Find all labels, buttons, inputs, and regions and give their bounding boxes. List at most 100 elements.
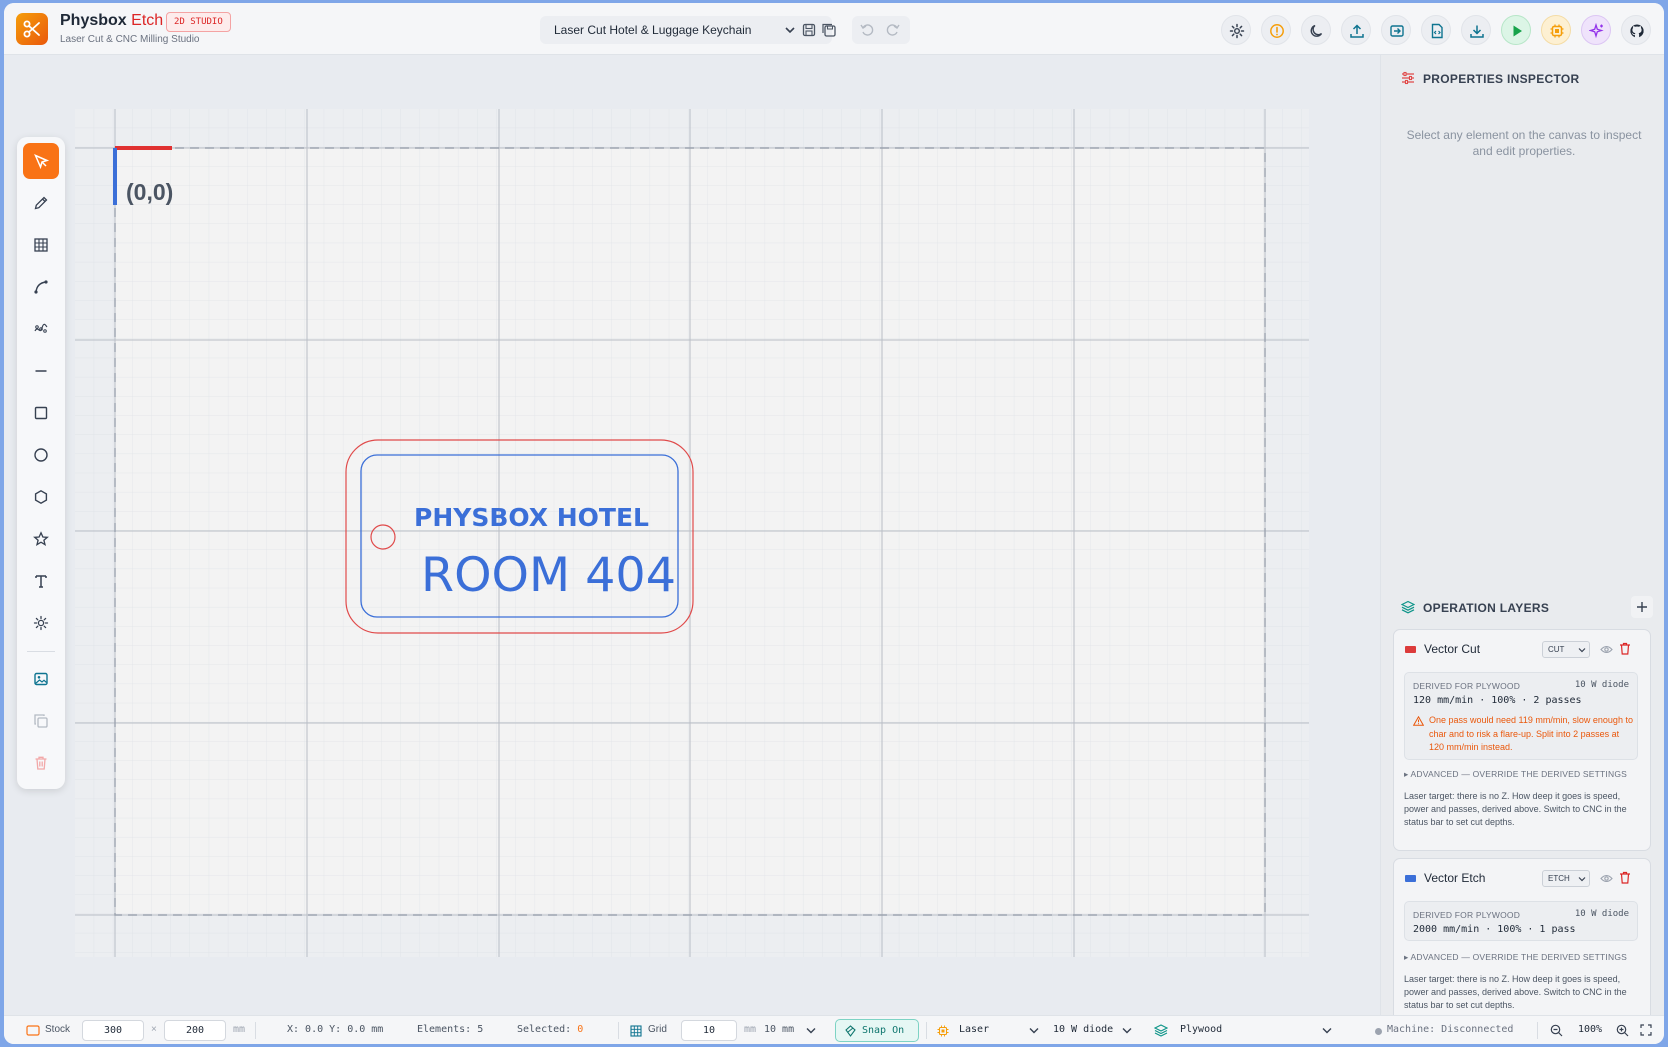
- github-button[interactable]: [1621, 15, 1651, 45]
- tool-palette: [17, 137, 65, 789]
- layer-note: Laser target: there is no Z. How deep it…: [1404, 791, 1627, 827]
- canvas-surface[interactable]: (0,0) PHYSBOX HOTEL ROOM 404: [4, 55, 1380, 1015]
- layer-color-swatch[interactable]: [1405, 646, 1416, 653]
- machine-model-select[interactable]: 10 W diode: [1053, 1024, 1113, 1035]
- hexagon-icon: [34, 489, 48, 505]
- settings-button[interactable]: [1221, 15, 1251, 45]
- stock-label: Stock: [45, 1024, 71, 1035]
- export-file-button[interactable]: [1421, 15, 1451, 45]
- redo-icon[interactable]: [886, 23, 900, 37]
- rectangle-tool[interactable]: [23, 395, 59, 431]
- chevron-down-icon: [1122, 1028, 1132, 1034]
- save-as-icon[interactable]: [822, 23, 836, 37]
- keychain-line1[interactable]: PHYSBOX HOTEL: [414, 503, 649, 532]
- cursor-coords: X: 0.0 Y: 0.0 mm: [287, 1024, 384, 1035]
- side-panel: PROPERTIES INSPECTOR Select any element …: [1380, 55, 1664, 1028]
- snap-toggle-button[interactable]: Snap On: [835, 1019, 919, 1042]
- grid-size-input[interactable]: 10: [681, 1020, 737, 1041]
- line-tool[interactable]: [23, 353, 59, 389]
- sparkles-icon: [1589, 23, 1604, 39]
- zoom-out-icon[interactable]: [1550, 1024, 1563, 1037]
- info-icon: [1270, 24, 1284, 38]
- pen-tool[interactable]: [23, 185, 59, 221]
- derived-machine: 10 W diode: [1574, 909, 1629, 919]
- history-controls: [852, 16, 910, 44]
- eye-icon[interactable]: [1600, 873, 1613, 884]
- download-icon: [1470, 25, 1484, 38]
- advanced-toggle[interactable]: ▸ ADVANCED — OVERRIDE THE DERIVED SETTIN…: [1404, 769, 1627, 780]
- layer-mode-select[interactable]: CUT: [1542, 641, 1590, 658]
- derived-values: 120 mm/min · 100% · 2 passes: [1413, 695, 1582, 706]
- selected-count: Selected: 0: [517, 1024, 583, 1035]
- layer-card-vector-etch[interactable]: Vector Etch ETCH DERIVED FOR PLYWOOD 10 …: [1393, 858, 1651, 1028]
- ai-assistant-button[interactable]: [1581, 15, 1611, 45]
- eye-icon[interactable]: [1600, 644, 1613, 655]
- save-icon[interactable]: [802, 23, 816, 37]
- grid-preset-select[interactable]: 10 mm: [764, 1024, 794, 1035]
- run-button[interactable]: [1501, 15, 1531, 45]
- import-button[interactable]: [1381, 15, 1411, 45]
- connection-status-dot: [1375, 1028, 1382, 1035]
- properties-title: PROPERTIES INSPECTOR: [1423, 72, 1580, 86]
- project-selector[interactable]: Laser Cut Hotel & Luggage Keychain: [540, 16, 836, 44]
- app-logo: [16, 13, 48, 45]
- path-tool[interactable]: [23, 311, 59, 347]
- machine-mode-select[interactable]: Laser: [959, 1024, 989, 1035]
- duplicate-tool[interactable]: [23, 703, 59, 739]
- material-select[interactable]: Plywood: [1180, 1024, 1222, 1035]
- undo-icon[interactable]: [860, 23, 874, 37]
- derived-header: DERIVED FOR PLYWOOD: [1413, 681, 1521, 691]
- derived-machine: 10 W diode: [1574, 680, 1629, 690]
- add-layer-button[interactable]: [1631, 596, 1653, 618]
- layer-mode-select[interactable]: ETCH: [1542, 870, 1590, 887]
- layer-mode-value: ETCH: [1548, 874, 1570, 883]
- select-tool[interactable]: [23, 143, 59, 179]
- derived-settings-box: DERIVED FOR PLYWOOD 10 W diode 2000 mm/m…: [1404, 901, 1638, 941]
- curve-tool[interactable]: [23, 269, 59, 305]
- theme-toggle-button[interactable]: [1301, 15, 1331, 45]
- image-tool[interactable]: [23, 661, 59, 697]
- derived-warning: One pass would need 119 mm/min, slow eno…: [1413, 714, 1633, 755]
- layer-color-swatch[interactable]: [1405, 875, 1416, 882]
- status-divider: [255, 1022, 256, 1039]
- fit-view-icon[interactable]: [1640, 1024, 1652, 1036]
- copy-icon: [34, 714, 48, 728]
- stock-width-input[interactable]: 300: [82, 1020, 144, 1041]
- trash-icon[interactable]: [1619, 642, 1631, 655]
- gear-shape-tool[interactable]: [23, 605, 59, 641]
- keychain-line2[interactable]: ROOM 404: [421, 548, 676, 603]
- layer-card-vector-cut[interactable]: Vector Cut CUT DERIVED FOR PLYWOOD 10 W …: [1393, 629, 1651, 851]
- advanced-toggle[interactable]: ▸ ADVANCED — OVERRIDE THE DERIVED SETTIN…: [1404, 952, 1627, 963]
- snap-label: Snap On: [862, 1025, 905, 1036]
- stock-icon: [26, 1025, 40, 1036]
- chevron-down-icon: [1578, 648, 1586, 653]
- pencil-icon: [34, 196, 48, 210]
- layers-title: OPERATION LAYERS: [1423, 601, 1550, 615]
- square-icon: [34, 406, 48, 420]
- grid-unit: mm: [744, 1024, 757, 1035]
- text-tool[interactable]: [23, 563, 59, 599]
- grid-tool[interactable]: [23, 227, 59, 263]
- derived-header: DERIVED FOR PLYWOOD: [1413, 910, 1521, 920]
- text-icon: [35, 575, 47, 588]
- gear-icon: [1229, 23, 1245, 39]
- upload-button[interactable]: [1341, 15, 1371, 45]
- star-tool[interactable]: [23, 521, 59, 557]
- machine-settings-button[interactable]: [1541, 15, 1571, 45]
- polygon-tool[interactable]: [23, 479, 59, 515]
- delete-tool[interactable]: [23, 745, 59, 781]
- connection-status: Machine: Disconnected: [1387, 1024, 1514, 1035]
- design-canvas[interactable]: (0,0) PHYSBOX HOTEL ROOM 404: [4, 55, 1384, 1015]
- layer-name: Vector Cut: [1424, 642, 1481, 656]
- info-button[interactable]: [1261, 15, 1291, 45]
- laser-icon: [937, 1025, 949, 1037]
- trash-icon[interactable]: [1619, 871, 1631, 884]
- stock-height-input[interactable]: 200: [164, 1020, 226, 1041]
- trash-icon: [35, 756, 47, 770]
- download-button[interactable]: [1461, 15, 1491, 45]
- play-icon: [1513, 25, 1522, 37]
- path-nodes-icon: [34, 323, 48, 333]
- zoom-in-icon[interactable]: [1616, 1024, 1629, 1037]
- circle-tool[interactable]: [23, 437, 59, 473]
- layers-icon: [1401, 600, 1415, 614]
